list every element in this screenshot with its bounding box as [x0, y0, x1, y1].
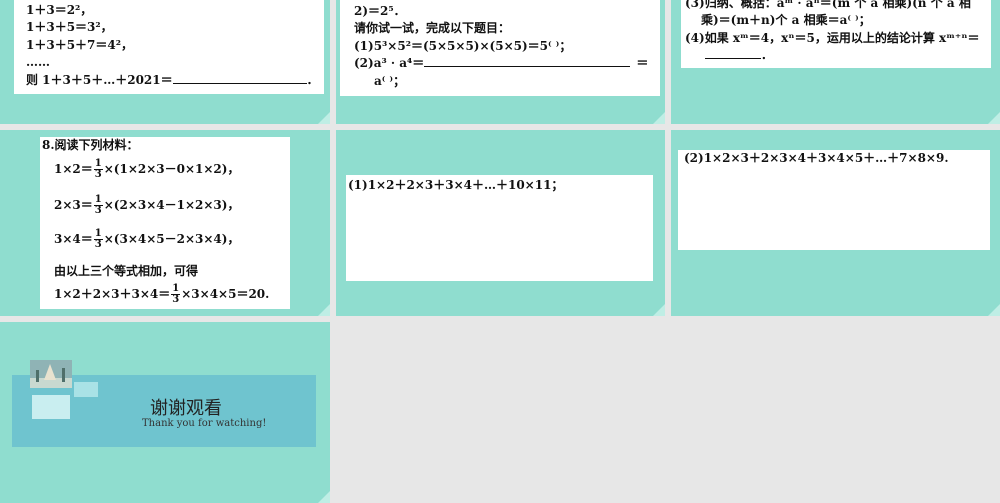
- slide-3-content-card: (3)归纳、概括：aᵐ · aⁿ＝(m 个 a 相乘)(n 个 a 相 乘)＝(…: [681, 0, 991, 68]
- fraction-denominator: 3: [94, 239, 102, 250]
- page-fold-corner: [318, 112, 330, 124]
- slide-1-content-card: 1＋3＝2²， 1＋3＋5＝3²， 1＋3＋5＋7＝4²， …… 则 1＋3＋5…: [14, 0, 324, 94]
- slide-2-line-5: a⁽ ⁾；: [374, 73, 406, 88]
- slide-3-line-2: 乘)＝(m＋n)个 a 相乘＝a⁽ ⁾；: [701, 13, 871, 28]
- equation-3-right: ×(3×4×5－2×3×4)，: [103, 232, 240, 246]
- fraction-denominator: 3: [94, 169, 102, 180]
- equation-2-right: ×(2×3×4－1×2×3)，: [103, 198, 240, 212]
- equation-4-left: 1×2＋2×3＋3×4＝: [54, 287, 171, 301]
- decorative-photo: [30, 360, 72, 388]
- slide-2-line-4: (2)a³ · a⁴＝ ＝: [354, 55, 660, 72]
- page-fold-corner: [988, 304, 1000, 316]
- decorative-square: [32, 395, 70, 419]
- page-fold-corner: [988, 112, 1000, 124]
- slide-thumbnail-4[interactable]: 8.阅读下列材料： 1×2＝ 1 3 ×(1×2×3－0×1×2)， 2×3＝ 1 3 ×(…: [0, 130, 330, 316]
- equals-sign: ＝: [636, 56, 649, 71]
- thanks-subtitle: Thank you for watching!: [142, 418, 267, 429]
- equation-1: 1×2＝ 1 3 ×(1×2×3－0×1×2)，: [54, 159, 239, 180]
- slide-thumbnail-5[interactable]: (1)1×2＋2×3＋3×4＋…＋10×11；: [336, 130, 665, 316]
- slide-1-line-3: 1＋3＋5＋7＝4²，: [26, 37, 134, 52]
- equation-4-right: ×3×4×5＝20.: [181, 287, 270, 301]
- slide-1-answer-line: 则 1＋3＋5＋…＋2021＝ ．: [26, 72, 324, 89]
- fraction-denominator: 3: [94, 205, 102, 216]
- slide-1-line-1: 1＋3＝2²，: [26, 3, 93, 17]
- slide-4-summary: 由以上三个等式相加，可得: [54, 264, 199, 278]
- answer-blank: [705, 47, 761, 60]
- slide-3-line-3: (4)如果 xᵐ＝4，xⁿ＝5，运用以上的结论计算 xᵐ⁺ⁿ＝: [685, 30, 980, 45]
- slide-thumbnail-1[interactable]: 1＋3＝2²， 1＋3＋5＝3²， 1＋3＋5＋7＝4²， …… 则 1＋3＋5…: [0, 0, 330, 124]
- slide-2-content-card: 2)＝2⁵． 请你试一试，完成以下题目： (1)5³×5²＝(5×5×5)×(5…: [340, 0, 660, 96]
- slide-thumbnail-7[interactable]: 谢谢观看 Thank you for watching!: [0, 322, 330, 503]
- slide-6-content-card: (2)1×2×3＋2×3×4＋3×4×5＋…＋7×8×9.: [678, 150, 990, 250]
- slide-thumbnail-2[interactable]: 2)＝2⁵． 请你试一试，完成以下题目： (1)5³×5²＝(5×5×5)×(5…: [336, 0, 665, 124]
- slide-2-line-2: 请你试一试，完成以下题目：: [354, 21, 511, 36]
- slide-1-line-2: 1＋3＋5＝3²，: [26, 20, 113, 35]
- fraction-one-third: 13: [93, 159, 103, 180]
- answer-blank: [424, 55, 631, 68]
- equation-2: 2×3＝ 1 3 ×(2×3×4－1×2×3)，: [54, 195, 239, 216]
- decorative-square: [74, 382, 98, 397]
- slide-3-line-4: ．: [705, 47, 991, 64]
- landscape-icon: [30, 360, 72, 388]
- slide-1-question: 则 1＋3＋5＋…＋2021＝: [26, 72, 173, 87]
- slide-thumbnail-6[interactable]: (2)1×2×3＋2×3×4＋3×4×5＋…＋7×8×9.: [671, 130, 1000, 316]
- page-fold-corner: [318, 304, 330, 316]
- equation-1-right: ×(1×2×3－0×1×2)，: [103, 162, 240, 176]
- answer-blank: [172, 72, 307, 84]
- thanks-title: 谢谢观看: [150, 398, 222, 419]
- fraction-denominator: 3: [172, 294, 180, 305]
- page-fold-corner: [653, 112, 665, 124]
- equation-3-left: 3×4＝: [54, 232, 93, 246]
- fraction-one-third: 13: [93, 195, 103, 216]
- page-fold-corner: [653, 304, 665, 316]
- fraction-one-third: 13: [171, 284, 181, 305]
- slide-2-expression: (2)a³ · a⁴＝: [354, 56, 425, 71]
- equation-3: 3×4＝ 1 3 ×(3×4×5－2×3×4)，: [54, 229, 239, 250]
- equation-1-left: 1×2＝: [54, 162, 93, 176]
- slide-4-content-card: 8.阅读下列材料： 1×2＝ 1 3 ×(1×2×3－0×1×2)， 2×3＝ 1 3 ×(…: [40, 137, 290, 309]
- page-fold-corner: [318, 491, 330, 503]
- slide-2-line-3: (1)5³×5²＝(5×5×5)×(5×5)＝5⁽ ⁾；: [354, 38, 572, 53]
- slide-2-line-1: 2)＝2⁵．: [354, 4, 406, 18]
- slide-4-heading: 8.阅读下列材料：: [42, 138, 139, 152]
- equation-2-left: 2×3＝: [54, 198, 93, 212]
- end-mark: ．: [761, 48, 774, 63]
- slide-5-question: (1)1×2＋2×3＋3×4＋…＋10×11；: [348, 178, 564, 192]
- fraction-one-third: 13: [93, 229, 103, 250]
- slide-5-content-card: (1)1×2＋2×3＋3×4＋…＋10×11；: [346, 175, 653, 281]
- end-mark: ．: [306, 72, 319, 87]
- slide-3-line-1: (3)归纳、概括：aᵐ · aⁿ＝(m 个 a 相乘)(n 个 a 相: [685, 0, 971, 10]
- slide-1-line-4: ……: [26, 55, 50, 70]
- slide-thumbnail-3[interactable]: (3)归纳、概括：aᵐ · aⁿ＝(m 个 a 相乘)(n 个 a 相 乘)＝(…: [671, 0, 1000, 124]
- equation-4: 1×2＋2×3＋3×4＝ 1 3 ×3×4×5＝20.: [54, 284, 269, 305]
- slide-6-question: (2)1×2×3＋2×3×4＋3×4×5＋…＋7×8×9.: [684, 151, 949, 165]
